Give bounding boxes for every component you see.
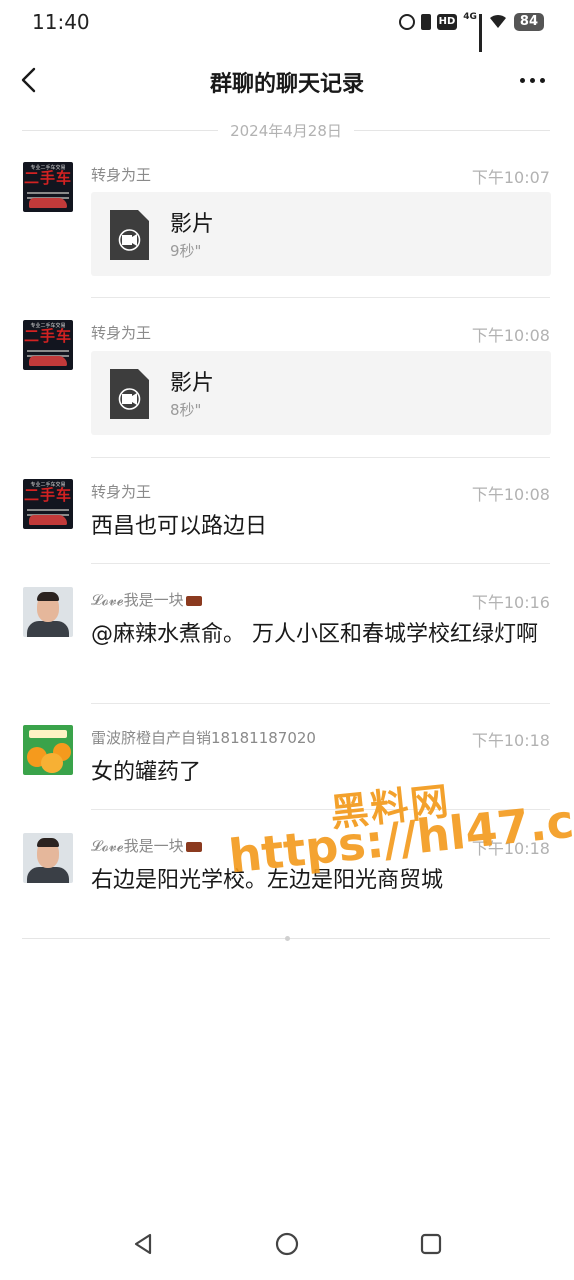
alarm-icon xyxy=(398,14,415,30)
status-bar: 11:40 HD 4G 84 xyxy=(0,0,574,52)
status-time: 11:40 xyxy=(32,10,90,34)
sender-name: 𝓛𝓸𝓿𝓮我是一块 xyxy=(91,835,202,856)
file-title: 影片 xyxy=(170,212,215,237)
sender-name: 𝓛𝓸𝓿𝓮我是一块 xyxy=(91,589,202,610)
nav-home-icon[interactable] xyxy=(275,1232,299,1256)
sender-name-text: 𝓛𝓸𝓿𝓮我是一块 xyxy=(91,837,184,855)
video-file-card[interactable]: 影片 8秒" xyxy=(91,351,551,435)
more-options-icon[interactable] xyxy=(520,70,550,90)
message-item: 专业二手车交易 二手车 转身为王 下午10:08 影片 8秒" xyxy=(0,318,574,458)
date-divider: 2024年4月28日 xyxy=(22,118,550,142)
network-type: 4G xyxy=(463,12,477,22)
avatar[interactable] xyxy=(23,833,73,883)
sender-name: 转身为王 xyxy=(91,483,152,501)
hd-badge: HD xyxy=(436,14,458,30)
sender-name-text: 𝓛𝓸𝓿𝓮我是一块 xyxy=(91,591,184,609)
video-file-icon xyxy=(110,210,149,260)
message-item: 𝓛𝓸𝓿𝓮我是一块 下午10:16 @麻辣水煮俞。 万人小区和春城学校红绿灯啊 xyxy=(0,585,574,704)
divider xyxy=(91,457,550,458)
sender-name: 转身为王 xyxy=(91,324,152,342)
brick-emoji-icon xyxy=(185,595,202,606)
message-item: 专业二手车交易 二手车 转身为王 下午10:08 西昌也可以路边日 xyxy=(0,477,574,564)
avatar-title: 二手车 xyxy=(23,486,72,504)
message-item: 雷波脐橙自产自销18181187020 下午10:18 女的罐药了 xyxy=(0,723,574,810)
page-title: 群聊的聊天记录 xyxy=(209,72,364,97)
file-duration: 8秒" xyxy=(170,401,202,419)
nav-recent-apps-icon[interactable] xyxy=(419,1232,443,1256)
file-duration: 9秒" xyxy=(170,242,202,260)
nav-back-icon[interactable] xyxy=(131,1232,155,1256)
message-time: 下午10:08 xyxy=(471,485,550,504)
file-title: 影片 xyxy=(170,371,215,396)
avatar[interactable]: 专业二手车交易 二手车 xyxy=(23,320,73,370)
avatar-title: 二手车 xyxy=(23,169,72,187)
message-text: @麻辣水煮俞。 万人小区和春城学校红绿灯啊 xyxy=(91,622,538,647)
sender-name: 转身为王 xyxy=(91,166,152,184)
end-dot xyxy=(285,936,290,941)
message-time: 下午10:16 xyxy=(471,593,550,612)
divider xyxy=(91,297,550,298)
status-icons: HD 4G 84 xyxy=(398,12,544,52)
system-nav-bar xyxy=(0,1210,574,1280)
divider xyxy=(91,703,550,704)
battery-indicator: 84 xyxy=(513,13,544,31)
message-text: 西昌也可以路边日 xyxy=(91,514,268,539)
divider xyxy=(91,563,550,564)
avatar[interactable]: 专业二手车交易 二手车 xyxy=(23,162,73,212)
message-text: 女的罐药了 xyxy=(91,760,202,785)
video-file-icon xyxy=(110,369,149,419)
signal-icon xyxy=(478,14,482,52)
message-time: 下午10:08 xyxy=(471,326,550,345)
message-time: 下午10:07 xyxy=(471,168,550,187)
date-label: 2024年4月28日 xyxy=(230,121,342,140)
message-item: 专业二手车交易 二手车 转身为王 下午10:07 影片 9秒" xyxy=(0,160,574,298)
avatar[interactable]: 专业二手车交易 二手车 xyxy=(23,479,73,529)
wifi-icon xyxy=(488,13,508,32)
avatar[interactable] xyxy=(23,587,73,637)
header: 群聊的聊天记录 xyxy=(0,48,574,112)
avatar-title: 二手车 xyxy=(23,327,72,345)
video-file-card[interactable]: 影片 9秒" xyxy=(91,192,551,276)
vibrate-icon xyxy=(420,14,431,30)
avatar[interactable] xyxy=(23,725,73,775)
sender-name: 雷波脐橙自产自销18181187020 xyxy=(91,729,316,747)
brick-emoji-icon xyxy=(185,841,202,852)
message-time: 下午10:18 xyxy=(471,731,550,750)
